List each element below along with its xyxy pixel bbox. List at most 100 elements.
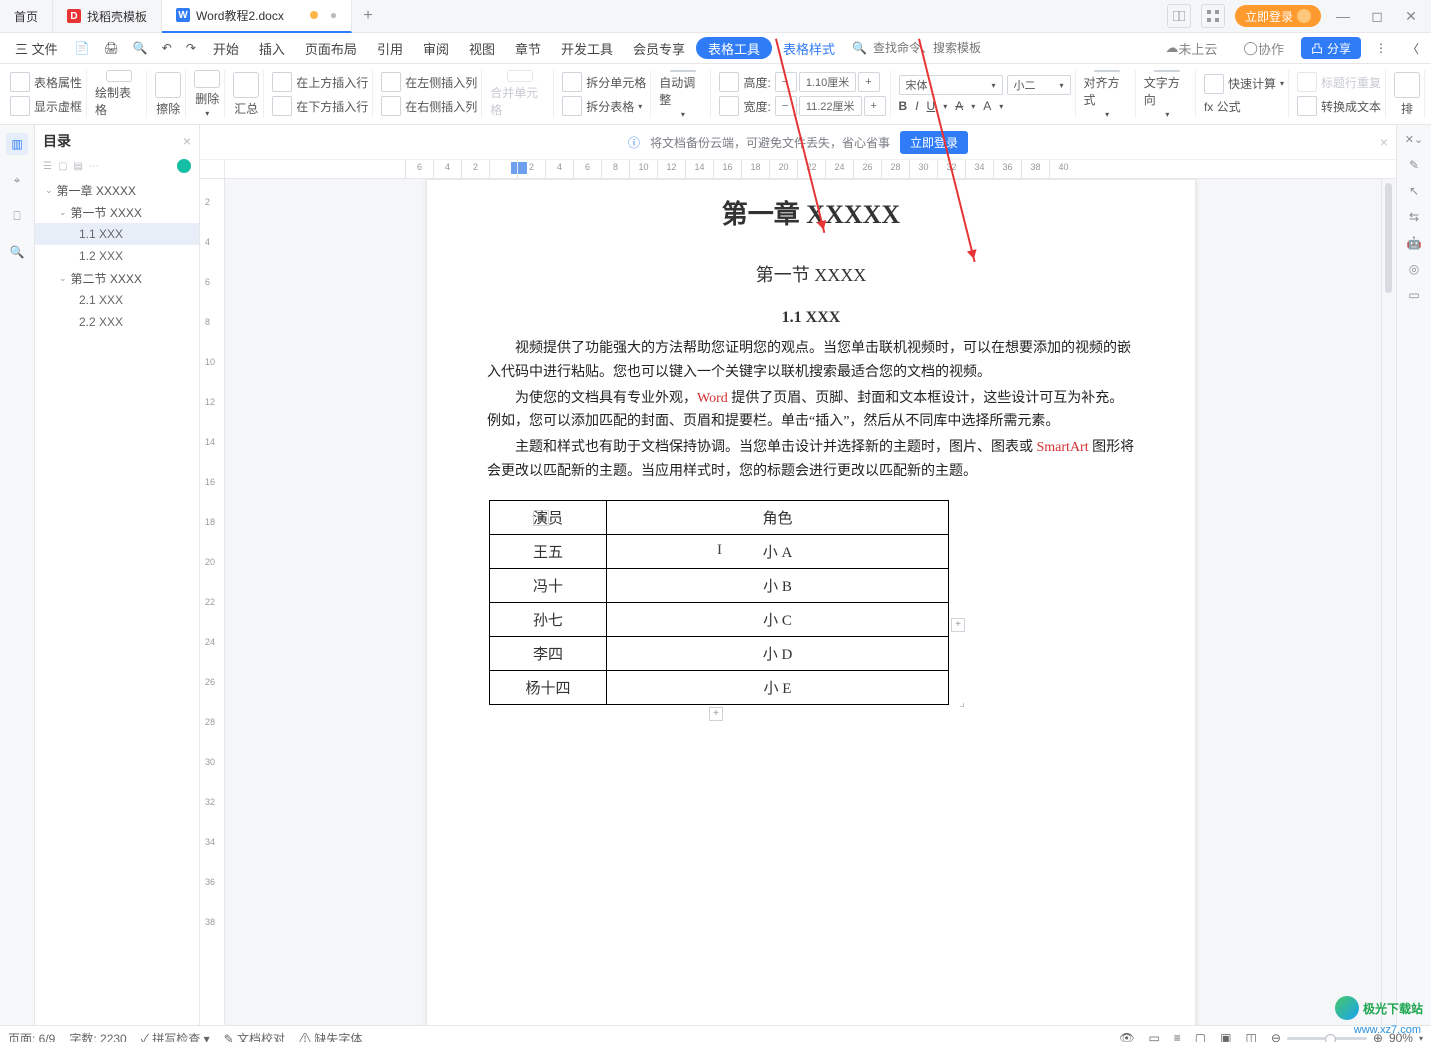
menu-chapter[interactable]: 章节 bbox=[506, 35, 550, 61]
sync-dot-icon[interactable] bbox=[177, 159, 191, 173]
document-page[interactable]: 第一章 XXXXX 第一节 XXXX 1.1 XXX 视频提供了功能强大的方法帮… bbox=[426, 179, 1196, 1025]
settings-icon[interactable]: ⇆ bbox=[1409, 210, 1419, 224]
height-value[interactable]: 1.10厘米 bbox=[799, 72, 856, 92]
v-scrollbar[interactable] bbox=[1381, 179, 1396, 1025]
menu-table-tool[interactable]: 表格工具 bbox=[696, 37, 772, 59]
redo-icon[interactable]: ↷ bbox=[180, 37, 202, 59]
v-ruler[interactable]: 2468101214161820222426283032343638 bbox=[200, 179, 225, 1025]
print-icon[interactable]: 🖨 bbox=[98, 37, 125, 59]
inc-h[interactable]: + bbox=[858, 72, 880, 92]
split-table[interactable]: 拆分表格 bbox=[586, 98, 634, 115]
view-read-icon[interactable]: ▣ bbox=[1220, 1031, 1231, 1042]
table-cell[interactable]: 冯十 bbox=[490, 568, 607, 602]
outline-node[interactable]: ⌄第一章 XXXXX bbox=[35, 179, 199, 201]
menu-table-style[interactable]: 表格样式 bbox=[774, 35, 844, 61]
show-grid[interactable]: 显示虚框 bbox=[34, 98, 82, 115]
split-cells[interactable]: 拆分单元格 bbox=[586, 74, 646, 91]
nav-icon[interactable]: ⌖ bbox=[6, 169, 28, 191]
italic-button[interactable]: I bbox=[915, 99, 918, 113]
width-value[interactable]: 11.22厘米 bbox=[799, 96, 862, 116]
layout-icon[interactable] bbox=[1167, 4, 1191, 28]
collapse-ribbon-icon[interactable]: 〈 bbox=[1401, 37, 1425, 59]
menu-review[interactable]: 审阅 bbox=[414, 35, 458, 61]
table-cell[interactable]: 小 E bbox=[607, 670, 949, 704]
draw-table[interactable]: 绘制表格 bbox=[91, 70, 147, 118]
insert-col-right[interactable]: 在右侧插入列 bbox=[405, 98, 477, 115]
ai-icon[interactable]: 🤖 bbox=[1407, 236, 1422, 250]
outline-toggle-icon[interactable]: ▥ bbox=[6, 133, 28, 155]
inc-w[interactable]: + bbox=[864, 96, 886, 116]
outline-node[interactable]: 2.2 XXX bbox=[35, 311, 199, 333]
autofit[interactable]: 自动调整▾ bbox=[655, 70, 711, 118]
outline-node[interactable]: 1.1 XXX bbox=[35, 223, 199, 245]
menu-reference[interactable]: 引用 bbox=[368, 35, 412, 61]
search-input[interactable] bbox=[871, 40, 985, 56]
table-header[interactable]: 角色 bbox=[607, 500, 949, 534]
menu-insert[interactable]: 插入 bbox=[250, 35, 294, 61]
maximize-button[interactable]: ◻ bbox=[1365, 8, 1389, 25]
close-button[interactable]: ✕ bbox=[1399, 8, 1423, 25]
table-cell[interactable]: 小 B bbox=[607, 568, 949, 602]
bookmark-icon[interactable]: ⎕ bbox=[6, 205, 28, 227]
summary[interactable]: 汇总 bbox=[229, 70, 264, 118]
menu-vip[interactable]: 会员专享 bbox=[624, 35, 694, 61]
bold-button[interactable]: B bbox=[899, 99, 908, 113]
preview-icon[interactable]: 🔍 bbox=[127, 37, 154, 59]
file-menu[interactable]: 三 文件 bbox=[6, 35, 67, 61]
table-cell[interactable]: 小 AI bbox=[607, 534, 949, 568]
quick-calc[interactable]: 快速计算 bbox=[1228, 75, 1276, 92]
insert-row-below[interactable]: 在下方插入行 bbox=[296, 98, 368, 115]
collab-button[interactable]: ◯ 协作 bbox=[1234, 35, 1293, 61]
outline-node[interactable]: 1.2 XXX bbox=[35, 245, 199, 267]
add-row-icon[interactable]: + bbox=[709, 707, 723, 721]
outline-node[interactable]: ⌄第一节 XXXX bbox=[35, 201, 199, 223]
eraser[interactable]: 擦除 bbox=[151, 70, 186, 118]
tab-document[interactable]: WWord教程2.docx● bbox=[162, 0, 352, 33]
view-web-icon[interactable]: ▢ bbox=[1195, 1031, 1206, 1042]
align[interactable]: 对齐方式▾ bbox=[1080, 70, 1136, 118]
table-header[interactable]: 演员 bbox=[490, 500, 607, 534]
font-select[interactable]: 宋体▾ bbox=[899, 75, 1003, 95]
login-button[interactable]: 立即登录 bbox=[1235, 5, 1321, 27]
banner-login-button[interactable]: 立即登录 bbox=[900, 131, 968, 154]
view-outline-icon[interactable]: ≡ bbox=[1174, 1031, 1181, 1042]
view-print-icon[interactable]: ▭ bbox=[1148, 1031, 1159, 1042]
table-cell[interactable]: 孙七 bbox=[490, 602, 607, 636]
security-icon[interactable]: ◎ bbox=[1409, 262, 1419, 276]
insert-col-left[interactable]: 在左侧插入列 bbox=[405, 74, 477, 91]
save-icon[interactable]: 📄 bbox=[69, 37, 96, 59]
table-props[interactable]: 表格属性 bbox=[34, 74, 82, 91]
document-table[interactable]: 演员角色王五小 AI冯十小 B孙七小 C李四小 D杨十四小 E bbox=[489, 500, 949, 705]
text-direction[interactable]: 文字方向▾ bbox=[1140, 70, 1196, 118]
outline-close-icon[interactable]: × bbox=[183, 133, 191, 149]
sort[interactable]: 排 bbox=[1390, 70, 1425, 118]
convert-text[interactable]: 转换成文本 bbox=[1321, 98, 1381, 115]
edit-icon[interactable]: ✎ bbox=[1409, 158, 1419, 172]
tab-templates[interactable]: D找稻壳模板 bbox=[53, 0, 162, 32]
formula[interactable]: fx 公式 bbox=[1204, 98, 1241, 115]
menu-dev[interactable]: 开发工具 bbox=[552, 35, 622, 61]
search-rail-icon[interactable]: 🔍 bbox=[6, 241, 28, 263]
proofing[interactable]: ✎ 文档校对 bbox=[224, 1030, 285, 1042]
share-button[interactable]: 凸 分享 bbox=[1301, 37, 1361, 59]
more-icon[interactable]: ⋮ bbox=[1369, 37, 1393, 59]
menu-view[interactable]: 视图 bbox=[460, 35, 504, 61]
table-cell[interactable]: 王五 bbox=[490, 534, 607, 568]
select-icon[interactable]: ↖ bbox=[1409, 184, 1419, 198]
eye-icon[interactable]: 👁 bbox=[1119, 1031, 1134, 1042]
close-rail-icon[interactable]: ✕⌄ bbox=[1405, 133, 1423, 146]
add-column-icon[interactable]: + bbox=[951, 618, 965, 632]
tools-icon[interactable]: ▭ bbox=[1408, 288, 1419, 302]
insert-row-above[interactable]: 在上方插入行 bbox=[296, 74, 368, 91]
new-tab-button[interactable]: + bbox=[352, 7, 384, 25]
apps-icon[interactable] bbox=[1201, 4, 1225, 28]
minimize-button[interactable]: — bbox=[1331, 8, 1355, 24]
menu-layout[interactable]: 页面布局 bbox=[296, 35, 366, 61]
table-cell[interactable]: 李四 bbox=[490, 636, 607, 670]
outline-node[interactable]: 2.1 XXX bbox=[35, 289, 199, 311]
outline-node[interactable]: ⌄第二节 XXXX bbox=[35, 267, 199, 289]
table-cell[interactable]: 小 D bbox=[607, 636, 949, 670]
view-focus-icon[interactable]: ◫ bbox=[1245, 1031, 1256, 1042]
cloud-status[interactable]: ☁ 未上云 bbox=[1156, 35, 1226, 61]
size-select[interactable]: 小二▾ bbox=[1007, 75, 1071, 95]
